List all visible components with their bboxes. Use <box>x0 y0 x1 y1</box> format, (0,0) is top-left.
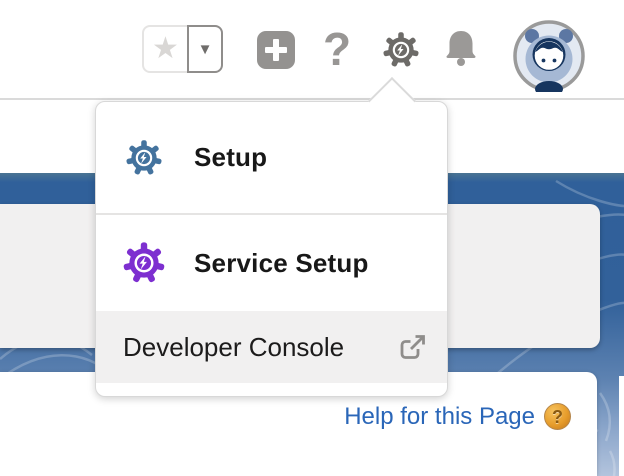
user-avatar-button[interactable] <box>513 20 585 92</box>
page-margin <box>619 376 624 476</box>
notifications-button[interactable] <box>444 29 478 69</box>
help-for-this-page-link[interactable]: Help for this Page <box>344 403 535 430</box>
menu-item-label: Service Setup <box>194 248 369 279</box>
help-question-badge-icon[interactable]: ? <box>544 403 571 430</box>
salesforce-screen: Help for this Page ? ★ ▼ ? <box>0 0 624 476</box>
chevron-down-icon: ▼ <box>198 41 213 58</box>
menu-item-label: Developer Console <box>123 332 344 363</box>
plus-icon <box>273 39 279 61</box>
favorite-star-button[interactable]: ★ <box>142 25 189 73</box>
question-mark-icon: ? <box>323 23 351 75</box>
menu-item-label: Setup <box>194 142 267 173</box>
menu-item-developer-console[interactable]: Developer Console <box>96 311 447 383</box>
setup-gear-icon <box>382 31 420 69</box>
favorites-dropdown-button[interactable]: ▼ <box>187 25 223 73</box>
external-link-icon <box>398 333 427 362</box>
star-icon: ★ <box>152 34 179 64</box>
setup-gear-button[interactable] <box>382 31 420 69</box>
setup-gear-icon <box>125 139 163 177</box>
help-menu-button[interactable]: ? <box>322 24 352 74</box>
global-actions-button[interactable] <box>257 31 295 69</box>
favorites-control: ★ ▼ <box>142 25 223 73</box>
menu-item-service-setup[interactable]: Service Setup <box>96 215 447 311</box>
global-header: ★ ▼ ? <box>0 0 624 100</box>
service-setup-gear-icon <box>122 241 166 285</box>
setup-dropdown-menu: Setup Service Setup Developer Console <box>95 101 448 397</box>
astro-avatar <box>513 20 585 92</box>
bell-icon <box>444 29 478 69</box>
